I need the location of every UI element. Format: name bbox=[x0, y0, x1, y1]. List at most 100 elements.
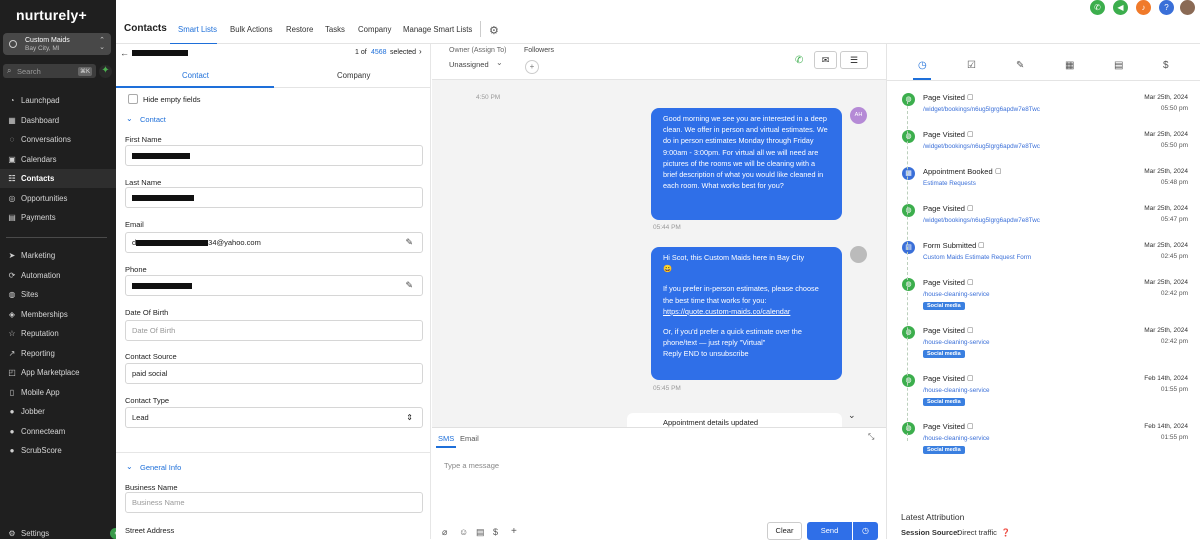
next-contact-icon[interactable]: › bbox=[419, 47, 422, 56]
megaphone-icon[interactable]: ◀ bbox=[1113, 0, 1128, 15]
tab-company[interactable]: Company bbox=[358, 25, 391, 34]
copy-icon[interactable]: ▢ bbox=[967, 130, 974, 138]
appointments-tab-icon[interactable]: ▦ bbox=[1065, 60, 1074, 71]
contact-source-field[interactable]: paid social bbox=[125, 363, 423, 384]
message-input[interactable]: Type a message bbox=[444, 461, 499, 470]
documents-tab-icon[interactable]: ▤ bbox=[1114, 60, 1123, 71]
sidebar-item-contacts[interactable]: ☷ Contacts bbox=[0, 169, 116, 188]
tab-contact[interactable]: Contact bbox=[182, 71, 209, 80]
copy-icon[interactable]: ▢ bbox=[967, 422, 974, 430]
tasks-tab-icon[interactable]: ☑ bbox=[967, 60, 976, 71]
sidebar-item-sites[interactable]: ◍ Sites bbox=[0, 285, 116, 304]
phone-icon[interactable]: ✆ bbox=[1090, 0, 1105, 15]
help-icon[interactable]: ❓ bbox=[1001, 528, 1010, 537]
section-general-info[interactable]: General Info bbox=[140, 463, 181, 472]
owner-select[interactable]: Unassigned bbox=[449, 60, 489, 69]
account-switcher[interactable]: Custom Maids Bay City, MI ⌃ ⌄ bbox=[3, 33, 111, 55]
sidebar-item-marketing[interactable]: ➤ Marketing bbox=[0, 246, 116, 265]
payment-icon[interactable]: $ bbox=[493, 527, 498, 537]
sidebar-item-app-marketplace[interactable]: ◰ App Marketplace bbox=[0, 363, 116, 382]
chevron-down-icon[interactable]: ⌄ bbox=[126, 114, 133, 123]
edit-pencil-icon[interactable]: ✎ bbox=[405, 233, 413, 252]
tab-email[interactable]: Email bbox=[460, 434, 479, 443]
user-avatar[interactable] bbox=[1180, 0, 1195, 15]
dob-field[interactable]: Date Of Birth bbox=[125, 320, 423, 341]
sidebar-item-settings[interactable]: ⚙ Settings bbox=[0, 524, 116, 543]
chevron-down-icon[interactable]: ⌄ bbox=[126, 462, 133, 471]
sidebar-item-jobber[interactable]: ● Jobber bbox=[0, 402, 116, 421]
sidebar-item-memberships[interactable]: ◈ Memberships bbox=[0, 305, 116, 324]
notes-tab-icon[interactable]: ✎ bbox=[1016, 60, 1024, 71]
sidebar-item-reporting[interactable]: ↗ Reporting bbox=[0, 344, 116, 363]
sidebar-item-dashboard[interactable]: ▦ Dashboard bbox=[0, 111, 116, 130]
help-icon[interactable]: ? bbox=[1159, 0, 1174, 15]
email-field[interactable]: d 34@yahoo.com ✎ bbox=[125, 232, 423, 253]
tab-smart-lists[interactable]: Smart Lists bbox=[178, 25, 217, 34]
sidebar-item-automation[interactable]: ⟳ Automation bbox=[0, 266, 116, 285]
scroll-down-icon[interactable]: ⌄ bbox=[848, 410, 856, 421]
tab-company-details[interactable]: Company bbox=[337, 71, 370, 80]
calendar-link[interactable]: https://quote.custom-maids.co/calendar bbox=[663, 306, 830, 317]
copy-icon[interactable]: ▢ bbox=[995, 167, 1002, 175]
sidebar-item-payments[interactable]: ▤ Payments bbox=[0, 208, 116, 227]
template-icon[interactable]: ▤ bbox=[476, 527, 485, 538]
back-arrow-icon[interactable]: ← bbox=[120, 48, 129, 58]
copy-icon[interactable]: ▢ bbox=[967, 374, 974, 382]
sidebar-item-calendars[interactable]: ▣ Calendars bbox=[0, 150, 116, 169]
emoji-icon[interactable]: ☺ bbox=[459, 527, 468, 537]
search-input[interactable]: ⌕ Search ⌘K bbox=[3, 64, 96, 78]
send-button[interactable]: Send bbox=[807, 522, 852, 540]
copy-icon[interactable]: ▢ bbox=[967, 204, 974, 212]
filter-button[interactable]: ☰ bbox=[840, 51, 868, 69]
copy-icon[interactable]: ▢ bbox=[967, 278, 974, 286]
event-link[interactable]: /house-cleaning-service bbox=[923, 435, 990, 442]
add-icon[interactable]: + bbox=[511, 526, 517, 537]
section-contact[interactable]: Contact bbox=[140, 115, 166, 124]
sidebar-item-conversations[interactable]: ◌ Conversations bbox=[0, 130, 116, 149]
copy-icon[interactable]: ▢ bbox=[967, 326, 974, 334]
payments-tab-icon[interactable]: $ bbox=[1163, 60, 1169, 71]
sidebar-item-scrubscore[interactable]: ● ScrubScore bbox=[0, 441, 116, 460]
tab-restore[interactable]: Restore bbox=[286, 25, 313, 34]
event-link[interactable]: /house-cleaning-service bbox=[923, 387, 990, 394]
brand-logo[interactable]: nurturely+ bbox=[16, 7, 87, 23]
sidebar-divider bbox=[6, 237, 107, 238]
email-button[interactable]: ✉ bbox=[814, 51, 837, 69]
event-link[interactable]: /house-cleaning-service bbox=[923, 339, 990, 346]
sidebar-item-launchpad[interactable]: ◔ Launchpad bbox=[0, 91, 116, 110]
settings-gear-icon[interactable]: ⚙ bbox=[489, 24, 499, 37]
event-link[interactable]: /house-cleaning-service bbox=[923, 291, 990, 298]
tab-manage-smart-lists[interactable]: Manage Smart Lists bbox=[403, 25, 472, 34]
copy-icon[interactable]: ▢ bbox=[978, 241, 985, 249]
tab-tasks[interactable]: Tasks bbox=[325, 25, 345, 34]
sidebar-item-reputation[interactable]: ☆ Reputation bbox=[0, 324, 116, 343]
schedule-send-icon[interactable]: ◷ bbox=[853, 522, 878, 540]
sidebar-item-opportunities[interactable]: ◎ Opportunities bbox=[0, 189, 116, 208]
first-name-field[interactable] bbox=[125, 145, 423, 166]
attachment-icon[interactable]: ⌀ bbox=[442, 527, 447, 538]
expand-icon[interactable]: ⤡ bbox=[868, 432, 874, 442]
notification-bell-icon[interactable]: ♪ bbox=[1136, 0, 1151, 15]
event-link[interactable]: Estimate Requests bbox=[923, 180, 976, 187]
quick-add-button[interactable]: ✦ bbox=[99, 65, 112, 78]
contact-type-select[interactable]: Lead ⇕ bbox=[125, 407, 423, 428]
tab-bulk-actions[interactable]: Bulk Actions bbox=[230, 25, 272, 34]
copy-icon[interactable]: ▢ bbox=[967, 93, 974, 101]
sidebar-item-connecteam[interactable]: ● Connecteam bbox=[0, 422, 116, 441]
event-link[interactable]: /widget/bookings/n6ug5lgrg6apdw7e8Twc bbox=[923, 217, 1040, 224]
event-link[interactable]: /widget/bookings/n6ug5lgrg6apdw7e8Twc bbox=[923, 106, 1040, 113]
business-name-field[interactable]: Business Name bbox=[125, 492, 423, 513]
last-name-field[interactable] bbox=[125, 187, 423, 208]
activity-tab-icon[interactable]: ◷ bbox=[918, 60, 927, 71]
sidebar-item-mobile-app[interactable]: ▯ Mobile App bbox=[0, 383, 116, 402]
add-follower-button[interactable]: + bbox=[525, 60, 539, 74]
phone-field[interactable]: ✎ bbox=[125, 275, 423, 296]
call-icon[interactable]: ✆ bbox=[795, 55, 803, 66]
event-link[interactable]: Custom Maids Estimate Request Form bbox=[923, 254, 1031, 261]
pager-total[interactable]: 4568 bbox=[371, 49, 387, 56]
tab-sms[interactable]: SMS bbox=[438, 434, 454, 443]
hide-empty-checkbox[interactable] bbox=[128, 94, 138, 104]
event-link[interactable]: /widget/bookings/n6ug5lgrg6apdw7e8Twc bbox=[923, 143, 1040, 150]
clear-button[interactable]: Clear bbox=[767, 522, 802, 540]
edit-pencil-icon[interactable]: ✎ bbox=[405, 276, 413, 295]
